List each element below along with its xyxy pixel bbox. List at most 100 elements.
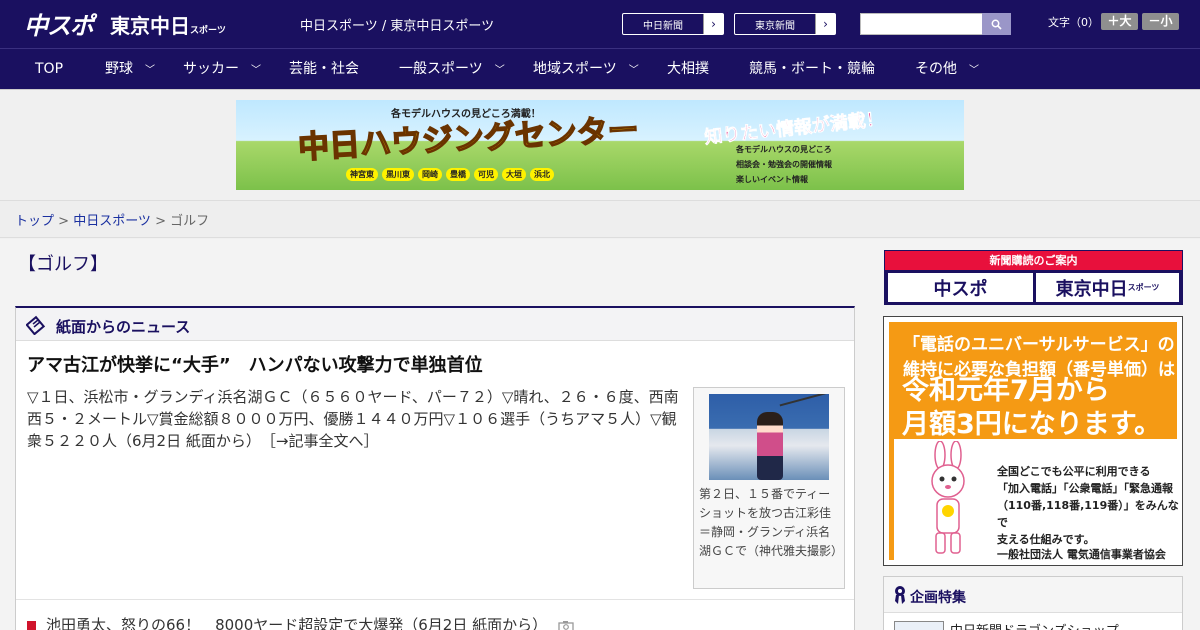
subscription-heading: 新聞購読のご案内	[885, 251, 1182, 270]
breadcrumb-separator: >	[150, 214, 171, 229]
newspaper-icon	[26, 315, 46, 335]
feature-thumbnail[interactable]	[894, 621, 944, 630]
nav-item-entertainment[interactable]: 芸能・社会	[289, 49, 359, 90]
golf-club	[779, 394, 829, 407]
feature-heading: 企画特集	[910, 590, 966, 606]
font-larger-button[interactable]: ＋大	[1101, 13, 1138, 30]
chuspo-subscribe-button[interactable]: 中スポ	[888, 273, 1033, 302]
chevron-down-icon: ﹀	[145, 65, 155, 76]
read-more-link[interactable]: ［→記事全文へ］	[268, 432, 378, 450]
banner-town: 神宮東	[346, 168, 378, 181]
nav-item-racing[interactable]: 競馬・ボート・競輪	[749, 49, 875, 90]
universal-ad-panel: 「電話のユニバーサルサービス」の 維持に必要な負担額（番号単価）は 令和元年7月…	[889, 322, 1182, 565]
banner-main-text: 中日ハウジングセンター	[296, 111, 640, 166]
breadcrumb-top-link[interactable]: トップ	[15, 214, 54, 229]
tokyo-shimbun-button[interactable]: 東京新聞 ›	[734, 13, 836, 35]
banner-towns: 神宮東 黒川東 岡崎 豊橋 可児 大垣 浜北	[346, 168, 554, 181]
chevron-down-icon: ﹀	[251, 65, 261, 76]
nav-item-other[interactable]: その他 ﹀	[915, 49, 979, 90]
font-size-label: 文字（0）	[1048, 16, 1099, 29]
feature-item-link[interactable]: 中日新聞ドラゴンズショップ	[950, 620, 1119, 630]
page-title: 【ゴルフ】	[18, 254, 108, 275]
universal-ad-description: 全国どこでも公平に利用できる 「加入電話」「公衆電話」「緊急通報 （110番,1…	[997, 463, 1182, 548]
article-title[interactable]: アマ古江が快挙に“大手” ハンパない攻撃力で単独首位	[27, 351, 483, 377]
banner-town: 黒川東	[382, 168, 414, 181]
tokyo-subscribe-label: 東京中日	[1055, 278, 1128, 300]
housing-center-banner[interactable]: 各モデルハウスの見どころ満載！ 中日ハウジングセンター 神宮東 黒川東 岡崎 豊…	[236, 100, 964, 190]
universal-ad-heading: 「電話のユニバーサルサービス」の 維持に必要な負担額（番号単価）は	[903, 330, 1175, 380]
nav-label: その他	[915, 61, 957, 77]
news-divider	[16, 599, 854, 600]
universal-ad-big-line: 月額3円になります。	[902, 409, 1162, 440]
universal-ad-organization: 一般社団法人 電気通信事業者協会	[997, 548, 1166, 561]
feature-header: 企画特集	[884, 577, 1182, 613]
news-item-text: 池田勇太、怒りの66！ 8000ヤード超設定で大爆発（6月2日 紙面から）	[46, 616, 548, 630]
banner-list-item: 各モデルハウスの見どころ	[736, 145, 832, 154]
nav-item-soccer[interactable]: サッカー ﹀	[183, 49, 261, 90]
search-button[interactable]	[982, 13, 1011, 35]
chunichi-shimbun-button[interactable]: 中日新聞 ›	[622, 13, 724, 35]
banner-town: 豊橋	[446, 168, 470, 181]
camera-icon	[558, 620, 574, 630]
nav-item-top[interactable]: TOP	[35, 49, 63, 90]
news-section: 紙面からのニュース アマ古江が快挙に“大手” ハンパない攻撃力で単独首位 ▽１日…	[15, 306, 855, 630]
tokyo-logo-text: 東京中日	[110, 14, 190, 38]
nav-label: 野球	[105, 61, 133, 77]
subscription-box: 新聞購読のご案内 中スポ 東京中日 スポーツ	[884, 250, 1183, 305]
universal-ad-line: 「電話のユニバーサルサービス」の	[903, 335, 1175, 355]
nav-item-baseball[interactable]: 野球 ﹀	[105, 49, 155, 90]
banner-town: 大垣	[502, 168, 526, 181]
nav-label: 地域スポーツ	[533, 61, 617, 77]
nav-item-regional-sports[interactable]: 地域スポーツ ﹀	[533, 49, 639, 90]
tokyo-chunichi-logo[interactable]: 東京中日スポーツ	[110, 10, 226, 39]
breadcrumb-separator: >	[54, 214, 74, 229]
news-section-heading: 紙面からのニュース	[56, 318, 191, 336]
nav-item-general-sports[interactable]: 一般スポーツ ﹀	[399, 49, 505, 90]
nav-label: 大相撲	[667, 61, 709, 77]
nav-item-sumo[interactable]: 大相撲	[667, 49, 709, 90]
site-header: 中スポ 東京中日スポーツ 中日スポーツ / 東京中日スポーツ 中日新聞 › 東京…	[0, 0, 1200, 48]
chevron-down-icon: ﹀	[969, 65, 979, 76]
nav-label: TOP	[35, 61, 64, 77]
article-photo[interactable]	[709, 394, 829, 480]
site-links[interactable]: 中日スポーツ / 東京中日スポーツ	[300, 15, 494, 34]
breadcrumb-current: ゴルフ	[170, 214, 210, 229]
breadcrumb-section-link[interactable]: 中日スポーツ	[73, 214, 151, 229]
news-list-item[interactable]: 池田勇太、怒りの66！ 8000ヤード超設定で大爆発（6月2日 紙面から）	[27, 614, 574, 630]
universal-service-ad[interactable]: 「電話のユニバーサルサービス」の 維持に必要な負担額（番号単価）は 令和元年7月…	[883, 316, 1183, 566]
ribbon-icon	[895, 586, 905, 604]
tokyo-subscribe-sub: スポーツ	[1127, 283, 1160, 292]
universal-ad-lower: 全国どこでも公平に利用できる 「加入電話」「公衆電話」「緊急通報 （110番,1…	[894, 439, 1182, 565]
nav-label: 競馬・ボート・競輪	[749, 61, 875, 77]
news-section-header: 紙面からのニュース	[16, 308, 854, 341]
chunichi-shimbun-label: 中日新聞	[643, 20, 683, 32]
feature-box: 企画特集 中日新聞ドラゴンズショップ	[883, 576, 1183, 630]
nav-divider	[0, 89, 1200, 90]
main-nav: TOP 野球 ﹀ サッカー ﹀ 芸能・社会 一般スポーツ ﹀ 地域スポーツ ﹀ 大相撲 …	[0, 48, 1200, 89]
banner-town: 岡崎	[418, 168, 442, 181]
golfer-figure	[757, 412, 783, 480]
chevron-right-icon: ›	[815, 14, 835, 34]
chevron-right-icon: ›	[703, 14, 723, 34]
article-photo-box: 第２日、１５番でティーショットを放つ古江彩佳＝静岡・グランディ浜名湖ＧＣで（神代…	[693, 387, 845, 589]
search-input[interactable]	[860, 13, 983, 35]
universal-ad-desc-line: （110番,118番,119番）」をみんなで	[997, 499, 1179, 529]
chuspo-logo[interactable]: 中スポ	[24, 6, 94, 41]
banner-town: 浜北	[530, 168, 554, 181]
photo-caption: 第２日、１５番でティーショットを放つ古江彩佳＝静岡・グランディ浜名湖ＧＣで（神代…	[699, 487, 844, 558]
nav-label: 芸能・社会	[289, 61, 359, 77]
chevron-down-icon: ﹀	[494, 65, 505, 76]
universal-ad-main: 令和元年7月から 月額3円になります。	[902, 374, 1161, 442]
tokyo-logo-sub: スポーツ	[190, 26, 226, 36]
nav-label: サッカー	[183, 61, 239, 77]
article-body: ▽１日、浜松市・グランディ浜名湖ＧＣ（６５６０ヤード、パー７２）▽晴れ、２６・６…	[27, 386, 687, 452]
tokyo-subscribe-button[interactable]: 東京中日 スポーツ	[1036, 273, 1179, 302]
search-icon	[991, 19, 1002, 30]
banner-list: 各モデルハウスの見どころ 相談会・勉強会の開催情報 楽しいイベント情報	[736, 142, 832, 187]
breadcrumb: トップ > 中日スポーツ > ゴルフ	[15, 210, 209, 229]
nav-label: 一般スポーツ	[399, 61, 483, 77]
font-smaller-button[interactable]: －小	[1142, 13, 1179, 30]
banner-list-item: 相談会・勉強会の開催情報	[736, 160, 832, 169]
tokyo-shimbun-label: 東京新聞	[755, 20, 795, 32]
chevron-down-icon: ﹀	[628, 65, 639, 76]
